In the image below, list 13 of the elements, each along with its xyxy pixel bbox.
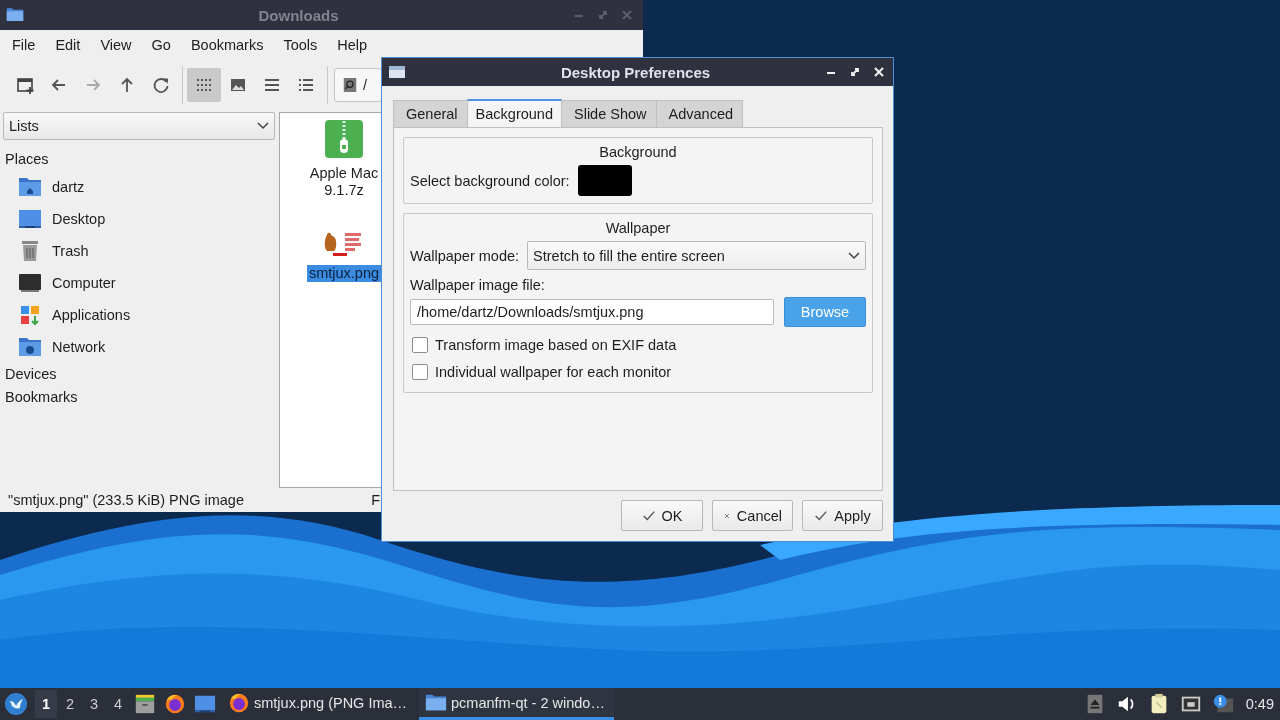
taskbar-task[interactable]: smtjux.png (PNG Ima…: [222, 688, 417, 720]
start-menu-icon[interactable]: [4, 692, 28, 716]
desktop-switcher[interactable]: 1: [35, 690, 57, 718]
browser-icon: [228, 691, 250, 714]
file-cabinet-icon: [134, 693, 156, 715]
notification-icon[interactable]: [1211, 693, 1234, 715]
browser-icon: [164, 693, 186, 715]
desktop-switcher[interactable]: 3: [83, 690, 105, 718]
desktop-switcher[interactable]: 4: [107, 690, 129, 718]
desktop-switcher[interactable]: 2: [59, 690, 81, 718]
taskbar-task[interactable]: pcmanfm-qt - 2 windo…: [419, 688, 614, 720]
clock: 0:49: [1245, 696, 1274, 712]
desktop-icon: [194, 693, 216, 715]
